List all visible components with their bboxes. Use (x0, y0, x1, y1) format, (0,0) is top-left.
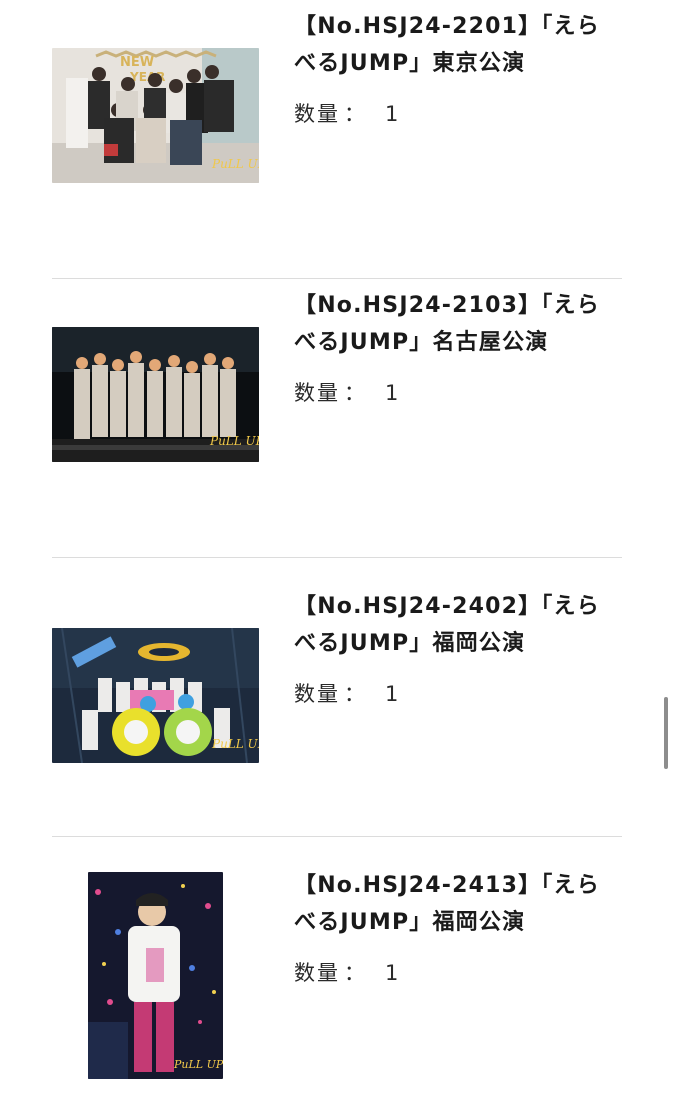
quantity-row: 数量： 1 (294, 957, 614, 987)
product-info: 【No.HSJ24-2413】「えらべるJUMP」福岡公演 数量： 1 (294, 867, 614, 987)
product-info: 【No.HSJ24-2402】「えらべるJUMP」福岡公演 数量： 1 (294, 588, 614, 708)
vertical-scrollbar[interactable] (664, 697, 668, 769)
svg-text:PuLL UP!: PuLL UP! (211, 157, 259, 171)
quantity-label: 数量 (294, 682, 340, 706)
cart-item-list: NEW YEAR PuLL U 【No.HSJ24-2201】「えらべるJUMP… (52, 0, 622, 1115)
product-title[interactable]: 【No.HSJ24-2103】「えらべるJUMP」名古屋公演 (294, 287, 614, 361)
group-photo-image: PuLL UP! (52, 327, 259, 462)
cart-item: PuLL UP! 【No.HSJ24-2103】「えらべるJUMP」名古屋公演 … (52, 279, 622, 558)
quantity-separator: ： (344, 381, 367, 405)
product-photo[interactable]: NEW YEAR PuLL U (52, 48, 259, 183)
group-photo-image: PuLL UP! (52, 628, 259, 763)
svg-text:PuLL UP!: PuLL UP! (211, 737, 259, 751)
quantity-separator: ： (344, 682, 367, 706)
quantity-label: 数量 (294, 381, 340, 405)
quantity-value: 1 (385, 381, 401, 405)
quantity-separator: ： (344, 102, 367, 126)
product-title[interactable]: 【No.HSJ24-2402】「えらべるJUMP」福岡公演 (294, 588, 614, 662)
quantity-row: 数量： 1 (294, 377, 614, 407)
product-title[interactable]: 【No.HSJ24-2201】「えらべるJUMP」東京公演 (294, 8, 614, 82)
cart-item: PuLL UP! 【No.HSJ24-2413】「えらべるJUMP」福岡公演 数… (52, 837, 622, 1115)
svg-text:PuLL UP!: PuLL UP! (209, 434, 259, 448)
product-info: 【No.HSJ24-2201】「えらべるJUMP」東京公演 数量： 1 (294, 8, 614, 128)
quantity-value: 1 (385, 102, 401, 126)
cart-item: PuLL UP! 【No.HSJ24-2402】「えらべるJUMP」福岡公演 数… (52, 558, 622, 837)
quantity-value: 1 (385, 682, 401, 706)
svg-text:PuLL UP!: PuLL UP! (173, 1058, 223, 1071)
group-photo-image: NEW YEAR PuLL U (52, 48, 259, 183)
product-photo[interactable]: PuLL UP! (88, 872, 223, 1079)
quantity-value: 1 (385, 961, 401, 985)
quantity-separator: ： (344, 961, 367, 985)
quantity-row: 数量： 1 (294, 678, 614, 708)
product-photo[interactable]: PuLL UP! (52, 628, 259, 763)
solo-photo-image: PuLL UP! (88, 872, 223, 1079)
product-info: 【No.HSJ24-2103】「えらべるJUMP」名古屋公演 数量： 1 (294, 287, 614, 407)
product-photo[interactable]: PuLL UP! (52, 327, 259, 462)
cart-item: NEW YEAR PuLL U 【No.HSJ24-2201】「えらべるJUMP… (52, 0, 622, 279)
svg-text:NEW: NEW (120, 55, 154, 70)
quantity-label: 数量 (294, 961, 340, 985)
product-title[interactable]: 【No.HSJ24-2413】「えらべるJUMP」福岡公演 (294, 867, 614, 941)
quantity-row: 数量： 1 (294, 98, 614, 128)
quantity-label: 数量 (294, 102, 340, 126)
